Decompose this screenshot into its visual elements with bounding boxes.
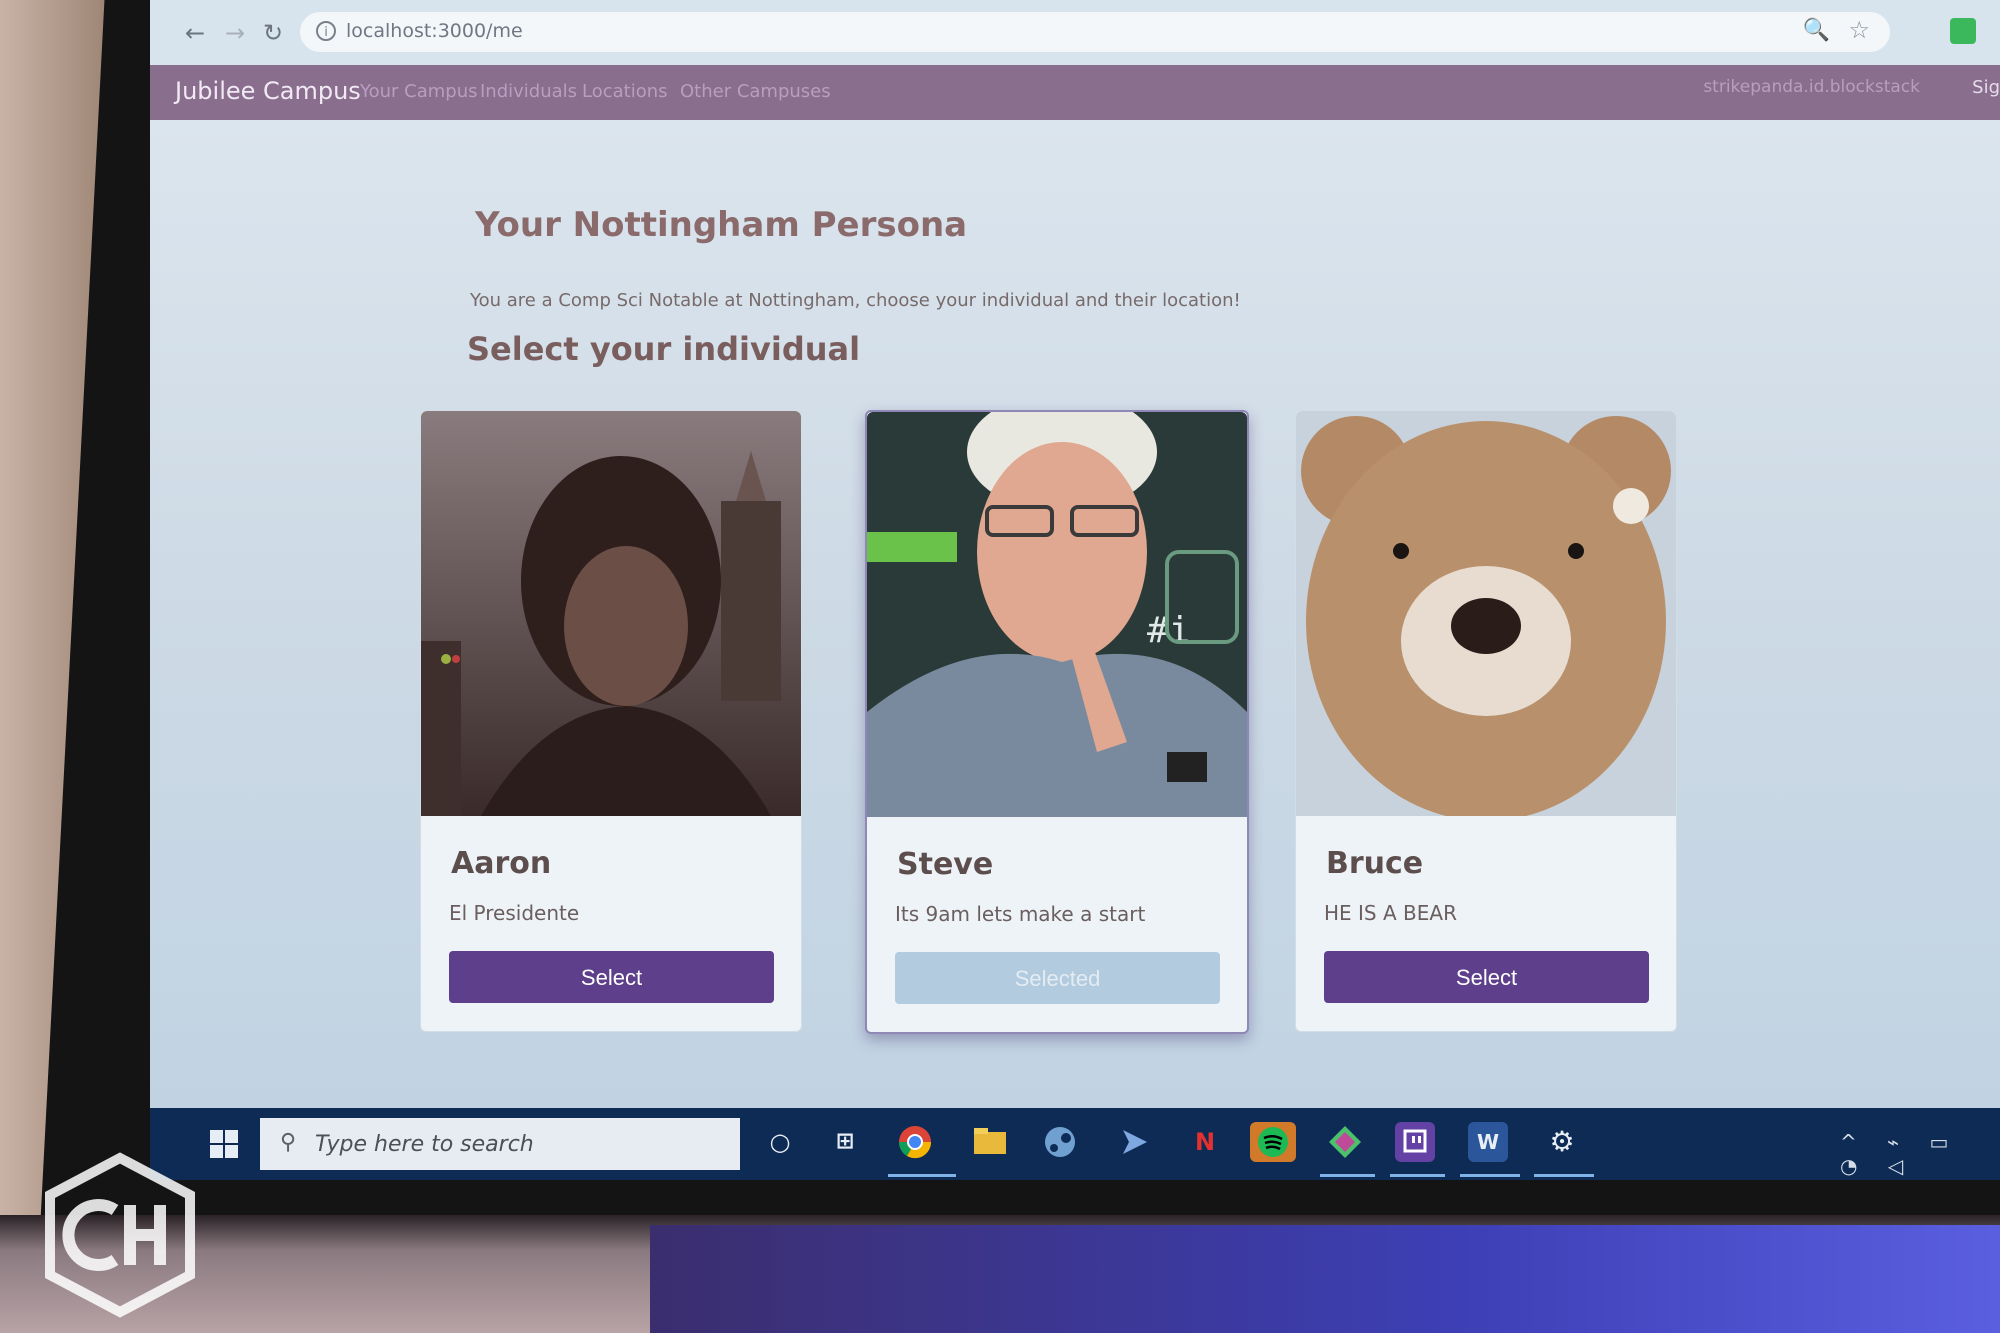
settings-active-indicator — [1534, 1174, 1594, 1177]
chrome-icon[interactable] — [895, 1122, 935, 1162]
user-id-link[interactable]: strikepanda.id.blockstack — [1703, 77, 1920, 97]
system-tray-icons[interactable]: ^ ⌁ ▭ ◔ ◁ — [1840, 1130, 2000, 1178]
sign-out-link[interactable]: Sig — [1972, 77, 2000, 98]
netflix-icon[interactable]: N — [1185, 1122, 1225, 1162]
taskbar-search-input[interactable]: Type here to search — [315, 1132, 534, 1157]
nav-link-other-campuses[interactable]: Other Campuses — [680, 81, 831, 102]
selected-steve-button: Selected — [895, 952, 1220, 1004]
steve-photo: #i — [867, 412, 1247, 817]
nav-link-individuals[interactable]: Individuals — [480, 81, 577, 102]
individual-card-bruce[interactable]: Bruce HE IS A BEAR Select — [1295, 410, 1677, 1032]
section-title: Select your individual — [467, 330, 861, 368]
git-kraken-active-indicator — [1320, 1174, 1375, 1177]
reload-icon[interactable]: ↻ — [258, 18, 288, 48]
taskbar-search-box[interactable]: ⚲ Type here to search — [260, 1118, 740, 1170]
app-navbar: Jubilee Campus Your Campus Individuals L… — [150, 65, 2000, 120]
twitch-icon[interactable] — [1395, 1122, 1435, 1162]
nav-link-locations[interactable]: Locations — [582, 81, 668, 102]
aaron-portrait-image — [421, 411, 801, 816]
ch-logo-watermark — [45, 1152, 195, 1318]
individual-name: Bruce — [1326, 846, 1424, 881]
twitch-active-indicator — [1390, 1174, 1445, 1177]
back-arrow-icon[interactable]: ← — [180, 18, 210, 48]
bookmark-star-icon[interactable]: ☆ — [1848, 16, 1870, 44]
file-explorer-icon[interactable] — [970, 1122, 1010, 1162]
aaron-photo — [421, 411, 801, 816]
word-icon[interactable]: W — [1468, 1122, 1508, 1162]
select-bruce-button[interactable]: Select — [1324, 951, 1649, 1003]
settings-icon[interactable]: ⚙ — [1542, 1122, 1582, 1162]
individual-name: Aaron — [451, 846, 552, 881]
forward-arrow-icon[interactable]: → — [220, 18, 250, 48]
individual-description: Its 9am lets make a start — [895, 902, 1146, 926]
info-icon[interactable]: i — [316, 21, 336, 41]
individual-description: El Presidente — [449, 901, 580, 925]
individual-description: HE IS A BEAR — [1324, 901, 1457, 925]
steve-portrait-image: #i — [867, 412, 1247, 817]
page-subtitle: You are a Comp Sci Notable at Nottingham… — [470, 290, 1241, 311]
desk-light — [650, 1225, 2000, 1333]
page-title: Your Nottingham Persona — [475, 205, 968, 245]
bruce-teddy-bear-image — [1296, 411, 1676, 816]
task-view-icon[interactable]: ⊞ — [825, 1122, 865, 1162]
individual-card-steve[interactable]: #i Steve Its 9am lets make a start Selec… — [865, 410, 1249, 1034]
browser-toolbar: ← → ↻ i localhost:3000/me 🔍 ☆ — [150, 0, 2000, 65]
nav-link-your-campus[interactable]: Your Campus — [360, 81, 478, 102]
individual-card-aaron[interactable]: Aaron El Presidente Select — [420, 410, 802, 1032]
windows-taskbar: ⚲ Type here to search ○ ⊞ N W ⚙ ^ ⌁ ▭ ◔ … — [150, 1108, 2000, 1180]
extension-icon[interactable] — [1950, 18, 1976, 44]
visual-studio-icon[interactable] — [1115, 1122, 1155, 1162]
individual-name: Steve — [897, 847, 994, 882]
select-aaron-button[interactable]: Select — [449, 951, 774, 1003]
word-active-indicator — [1460, 1174, 1520, 1177]
address-bar[interactable]: i localhost:3000/me 🔍 ☆ — [300, 12, 1890, 52]
brand-link[interactable]: Jubilee Campus — [175, 77, 361, 105]
windows-start-icon[interactable] — [210, 1130, 238, 1158]
search-icon: ⚲ — [280, 1130, 297, 1155]
steam-icon[interactable] — [1040, 1122, 1080, 1162]
chrome-active-indicator — [888, 1174, 956, 1177]
zoom-icon[interactable]: 🔍 — [1803, 18, 1830, 43]
bruce-photo — [1296, 411, 1676, 816]
spotify-icon[interactable] — [1250, 1122, 1296, 1162]
screen: ← → ↻ i localhost:3000/me 🔍 ☆ Jubilee Ca… — [150, 0, 2000, 1180]
git-kraken-icon[interactable] — [1325, 1122, 1365, 1162]
cortana-icon[interactable]: ○ — [760, 1122, 800, 1162]
address-url[interactable]: localhost:3000/me — [346, 20, 523, 42]
